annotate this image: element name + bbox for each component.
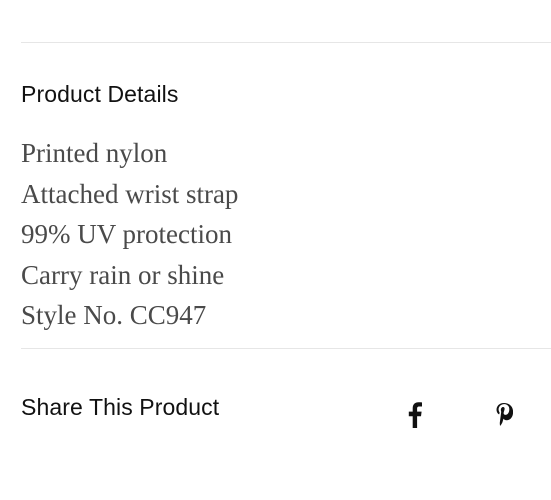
pinterest-share-button[interactable]: [489, 398, 519, 432]
pinterest-icon: [495, 402, 513, 428]
facebook-icon: [408, 402, 422, 428]
detail-item: 99% UV protection: [21, 219, 232, 249]
top-divider: [21, 42, 551, 43]
product-info-panel: Product Details Printed nylon Attached w…: [0, 0, 551, 500]
section-divider: [21, 348, 551, 349]
product-details-list: Printed nylon Attached wrist strap 99% U…: [21, 133, 238, 336]
product-details-heading: Product Details: [21, 81, 179, 107]
detail-item: Printed nylon: [21, 138, 168, 168]
share-heading: Share This Product: [21, 394, 220, 420]
detail-item: Style No. CC947: [21, 300, 207, 330]
facebook-share-button[interactable]: [400, 398, 430, 432]
detail-item: Attached wrist strap: [21, 178, 239, 209]
detail-item: Carry rain or shine: [21, 259, 225, 290]
